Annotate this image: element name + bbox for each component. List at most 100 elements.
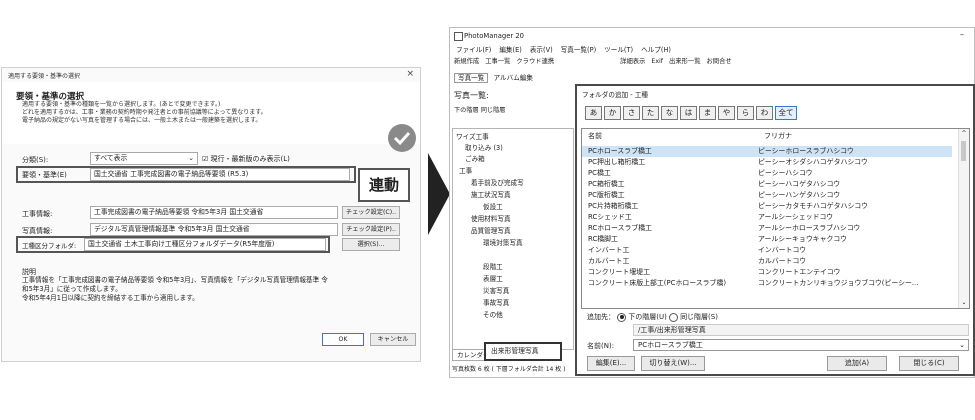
kana-ra-button[interactable]: ら — [737, 106, 754, 120]
chevron-down-icon: ⌄ — [959, 341, 965, 349]
kana-na-button[interactable]: な — [661, 106, 678, 120]
tree-item[interactable]: 着手前及び完成写 — [471, 177, 524, 187]
tree-item[interactable]: 災害写真 — [483, 285, 509, 295]
column-name[interactable]: 名前 — [588, 131, 602, 141]
work-list-button[interactable]: 工事一覧 — [485, 58, 510, 65]
column-kana[interactable]: フリガナ — [764, 131, 792, 141]
ok-button[interactable]: OK — [322, 333, 364, 346]
work-info-label: 工事情報: — [22, 210, 53, 218]
status-text: 写真枚数 6 枚 ( 下層フォルダ合計 14 枚 ) — [452, 366, 566, 373]
tab-album-edit[interactable]: アルバム編集 — [490, 74, 536, 82]
explain-text: 工事情報を「工事完成図書の電子納品等要領 令和5年3月」、写真情報を「デジタル写… — [22, 276, 328, 302]
dialog-description: 適用する要領・基準の種類を一覧から選択します。(あとで変更できます。) どれを適… — [22, 101, 267, 124]
table-row[interactable]: RCシェッド工 アールシーシェッドコウ — [582, 212, 952, 223]
table-row[interactable]: PC箱桁橋工 ピーシーハコゲタハシコウ — [582, 179, 952, 190]
work-check-button[interactable]: チェック設定(C).. — [342, 206, 400, 219]
table-row[interactable]: コンクリート床版上部工(PCホロースラブ橋) コンクリートカンリキョウジョウブコウ… — [582, 278, 952, 289]
photo-list-label: 写真一覧: — [454, 91, 489, 100]
kana-ha-button[interactable]: は — [680, 106, 697, 120]
standard-field[interactable]: 国土交通省 工事完成図書の電子納品等要領 (R5.3) — [90, 168, 350, 181]
kana-ka-button[interactable]: か — [604, 106, 621, 120]
table-row[interactable]: PC橋工 ピーシーハシコウ — [582, 168, 952, 179]
tab-photo-list[interactable]: 写真一覧 — [454, 73, 489, 83]
table-row[interactable]: インバート工 インバートコウ — [582, 245, 952, 256]
kana-ma-button[interactable]: ま — [699, 106, 716, 120]
scroll-up-icon[interactable]: ^ — [959, 130, 969, 137]
tree-item[interactable]: 品質管理写真 — [471, 225, 511, 235]
detail-view-button[interactable]: 詳細表示 — [620, 58, 645, 65]
folder-label: 工種区分フォルダ: — [22, 242, 77, 250]
tab-bar: 写真一覧 アルバム編集 — [454, 72, 536, 83]
checkmark-icon — [388, 124, 416, 152]
scroll-thumb[interactable] — [961, 141, 966, 161]
kana-sa-button[interactable]: さ — [623, 106, 640, 120]
table-row[interactable]: PC片持箱桁橋工 ピーシーカタモチハコゲタハシコウ — [582, 201, 952, 212]
kana-a-button[interactable]: あ — [585, 106, 602, 120]
close-icon[interactable]: × — [406, 69, 414, 79]
tree-item[interactable]: 工事 — [459, 165, 472, 175]
table-row[interactable]: PC版桁橋工 ピーシーハンゲタハシコウ — [582, 190, 952, 201]
current-only-checkbox[interactable]: ☑ 現行・最新版のみ表示(L) — [202, 154, 290, 164]
menu-tools[interactable]: ツール(T) — [604, 46, 633, 54]
add-to-group: 追加先： 下の階層(U) 同じ階層(S) — [587, 312, 718, 322]
tree-item[interactable]: 仮設工 — [483, 201, 503, 211]
add-to-label: 追加先： — [587, 313, 615, 321]
menu-bar: ファイル(F) 編集(E) 表示(V) 写真一覧(P) ツール(T) ヘルプ(H) — [456, 44, 679, 54]
tree-item[interactable]: ごみ箱 — [465, 153, 485, 163]
name-input[interactable]: PCホロースラブ橋工 ⌄ — [633, 339, 969, 351]
menu-help[interactable]: ヘルプ(H) — [641, 46, 671, 54]
menu-photo-list[interactable]: 写真一覧(P) — [561, 46, 597, 54]
radio-same[interactable]: 同じ階層(S) — [669, 312, 718, 322]
menu-file[interactable]: ファイル(F) — [456, 46, 491, 54]
folder-select-button[interactable]: 選択(S)... — [342, 238, 400, 251]
cloud-button[interactable]: クラウド連携 — [516, 58, 554, 65]
tree-item[interactable]: ワイズ工事 — [456, 131, 489, 141]
work-info-field: 工事完成図書の電子納品等要領 令和5年3月 国土交通省 — [90, 206, 338, 219]
chevron-down-icon: ⌄ — [188, 154, 194, 162]
tree-item[interactable]: 表層工 — [483, 273, 503, 283]
close-button[interactable]: 閉じる(C) — [899, 356, 959, 371]
table-row[interactable]: カルバート工 カルバートコウ — [582, 256, 952, 267]
cancel-button[interactable]: キャンセル — [370, 333, 416, 346]
dialog-title: 適用する要領・基準の選択 — [8, 73, 81, 80]
menu-view[interactable]: 表示(V) — [530, 46, 553, 54]
menu-edit[interactable]: 編集(E) — [499, 46, 522, 54]
minimize-icon[interactable]: – — [960, 30, 964, 39]
tree-item[interactable]: 事故写真 — [483, 297, 509, 307]
table-row[interactable]: PCホロースラブ橋工 ピーシーホロースラブハシコウ — [582, 146, 952, 157]
table-row[interactable]: コンクリート堰堤工 コンクリートエンテイコウ — [582, 267, 952, 278]
photo-info-field: デジタル写真管理情報基準 令和5年3月 国土交通省 — [90, 223, 338, 236]
link-badge: 連動 — [358, 168, 410, 202]
table-row[interactable]: RCホロースラブ橋工 アールシーホロースラブハシコウ — [582, 223, 952, 234]
tree-item[interactable]: 取り込み (3) — [465, 142, 503, 152]
level-nav: 下の階層 同じ階層 — [454, 105, 505, 114]
tree-item[interactable]: 施工状況写真 — [471, 189, 511, 199]
exif-button[interactable]: Exif — [651, 58, 663, 65]
table-row[interactable]: RC橋脚工 アールシーキョウキャクコウ — [582, 234, 952, 245]
photo-check-button[interactable]: チェック設定(P).. — [342, 223, 400, 236]
kana-all-button[interactable]: 全て — [775, 106, 797, 120]
tree-item[interactable]: 段階工 — [483, 261, 503, 271]
radio-lower[interactable]: 下の階層(U) — [617, 312, 667, 322]
nav-same-button[interactable]: 同じ階層 — [481, 107, 506, 114]
contact-button[interactable]: お問合せ — [707, 58, 732, 65]
switch-button[interactable]: 切り替え(W)... — [641, 356, 705, 371]
kana-ya-button[interactable]: や — [718, 106, 735, 120]
category-select[interactable]: すべて表示 ⌄ — [90, 152, 198, 165]
tree-item[interactable]: 環境対策写真 — [483, 237, 523, 247]
table-row[interactable]: PC押出し箱桁橋工 ピーシーオシダシハコゲタハシコウ — [582, 157, 952, 168]
kana-ta-button[interactable]: た — [642, 106, 659, 120]
folder-list: 名前 フリガナ PCホロースラブ橋工 ピーシーホロースラブハシコウ PC押出し箱桁… — [581, 128, 970, 309]
nav-down-button[interactable]: 下の階層 — [454, 107, 479, 114]
tree-item[interactable]: 使用材料写真 — [471, 213, 511, 223]
new-button[interactable]: 新規作成 — [454, 58, 479, 65]
tree-item-dekigata-highlight[interactable]: 出来形管理写真 — [484, 342, 562, 361]
edit-button[interactable]: 編集(E)... — [587, 356, 635, 371]
kana-wa-button[interactable]: わ — [756, 106, 773, 120]
tree-item[interactable]: その他 — [483, 309, 503, 319]
scroll-down-icon[interactable]: ⌄ — [959, 299, 969, 306]
add-button[interactable]: 追加(A) — [827, 356, 887, 371]
dekigata-list-button[interactable]: 出来形一覧 — [669, 58, 700, 65]
photo-info-label: 写真情報: — [22, 227, 53, 235]
list-scrollbar[interactable]: ^ ⌄ — [958, 129, 969, 308]
